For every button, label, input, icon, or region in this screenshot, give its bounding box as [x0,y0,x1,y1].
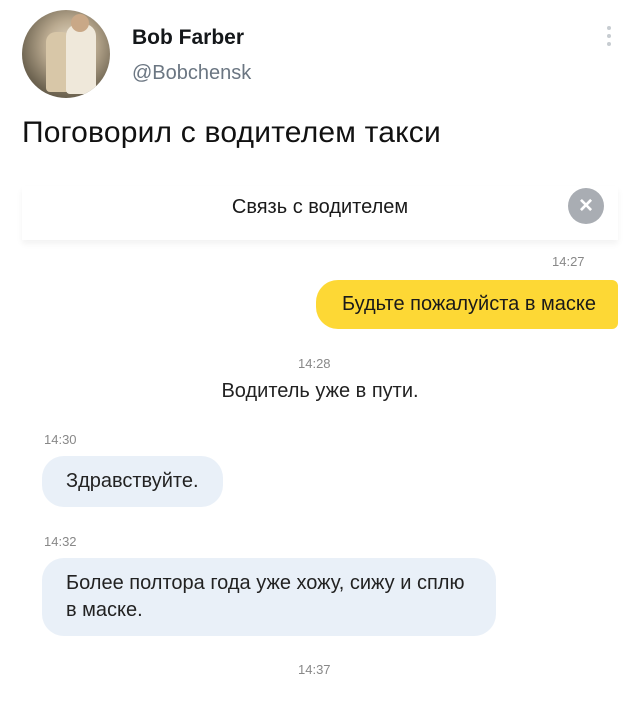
chat-title: Связь с водителем [231,196,409,218]
message-timestamp: 14:27 [552,254,585,269]
user-handle[interactable]: @Bobchensk [132,62,251,85]
message-timestamp: 14:37 [298,662,331,677]
driver-message-bubble[interactable]: Здравствуйте. [42,456,223,507]
user-name[interactable]: Bob Farber [132,26,244,50]
tweet-text: Поговорил с водителем такси [22,116,441,149]
message-timestamp: 14:32 [44,534,77,549]
tweet-header: Bob Farber @Bobchensk [20,8,620,104]
avatar[interactable] [22,10,110,98]
system-message: Водитель уже в пути. [221,380,419,402]
close-icon[interactable]: × [568,188,604,224]
avatar-head [71,14,89,32]
driver-message-bubble[interactable]: Более полтора года уже хожу, сижу и сплю… [42,558,496,636]
chat-title-bar: Связь с водителем × [22,186,618,240]
user-message-bubble[interactable]: Будьте пожалуйста в маске [315,280,618,329]
message-timestamp: 14:28 [298,356,331,371]
message-timestamp: 14:30 [44,432,77,447]
more-vertical-icon[interactable] [604,26,614,52]
avatar-figure-right [66,24,96,94]
chat-screenshot: Связь с водителем × 14:27 Будьте пожалуй… [22,186,618,686]
